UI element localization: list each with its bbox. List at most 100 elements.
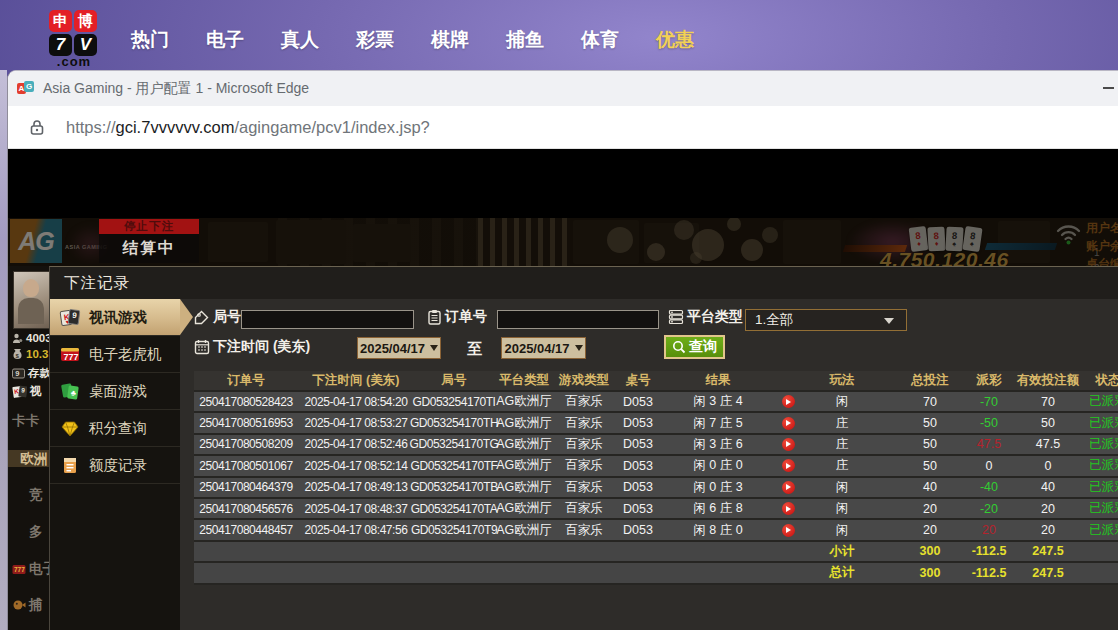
cell-c9: 闲 (802, 522, 882, 539)
menu-item-视讯游戏[interactable]: K♥9视讯游戏 (50, 299, 180, 336)
platform-icon-svg (668, 309, 684, 325)
deposit-icon: 9 (12, 368, 25, 379)
search-button[interactable]: 查询 (664, 335, 725, 359)
lock-icon (29, 119, 45, 136)
cell-text: AG欧洲厅 (496, 436, 552, 453)
marker-number: 2 (1094, 263, 1100, 266)
table-row[interactable]: 2504170804565762025-04-17 08:48:37GD0532… (194, 499, 1118, 520)
hall-item-0-text: 卡卡 (12, 412, 39, 430)
cell-text: 70 (923, 395, 937, 409)
replay-icon[interactable] (782, 502, 795, 515)
subtotal-payout: -112.5 (978, 544, 1000, 558)
card-rank: 8 (952, 231, 958, 241)
round-input[interactable] (241, 310, 414, 329)
banner-shape (783, 220, 841, 264)
nav-item-彩票[interactable]: 彩票 (356, 27, 431, 53)
cell-text: 50 (923, 416, 937, 430)
cell-c10: 50 (882, 459, 978, 473)
logo-grid: 申 博 7 V (49, 10, 99, 56)
nav-item-捕鱼[interactable]: 捕鱼 (506, 27, 581, 53)
replay-icon[interactable] (782, 481, 795, 494)
cell-text: 已派彩 (1089, 436, 1118, 453)
cell-c12: 0 (1000, 459, 1096, 473)
logo-com: .com (49, 56, 99, 68)
col-header: 派彩 (978, 372, 1000, 389)
subtotal-row: 小计300-112.5247.5 (194, 542, 1118, 563)
cell-c10: 20 (882, 502, 978, 516)
table-games-icon-svg: ♣ (59, 382, 81, 401)
magnifier-icon-svg (672, 340, 686, 354)
deposit-label: 9存款 (12, 366, 49, 381)
url-path: /agingame/pcv1/index.jsp? (234, 118, 429, 136)
cell-text: 已派彩 (1089, 522, 1118, 539)
replay-icon[interactable] (782, 524, 795, 537)
cell-c2: 2025-04-17 08:47:56 (298, 523, 414, 537)
table-row[interactable]: 2504170804643792025-04-17 08:49:13GD0532… (194, 478, 1118, 499)
cell-c6: D053 (614, 459, 662, 473)
browser-addressbar[interactable]: https://gci.7vvvvvv.com/agingame/pcv1/in… (8, 106, 1118, 149)
filter-label: 下注时间 (美东) (194, 338, 310, 356)
cell-text: GD053254170TI (413, 395, 496, 409)
card-suit: ♠ (970, 239, 975, 246)
browser-titlebar[interactable]: AG Asia Gaming - 用户配置 1 - Microsoft Edge (8, 71, 1118, 106)
replay-icon[interactable] (782, 395, 795, 408)
menu-item-电子老虎机[interactable]: 777电子老虎机 (50, 336, 180, 373)
replay-icon[interactable] (782, 459, 795, 472)
date-from-field[interactable]: 2025/04/17 (357, 337, 441, 359)
balance-amount: $10.3 (12, 348, 48, 360)
cell-replay (774, 459, 802, 472)
platform-select[interactable]: 1.全部 (745, 309, 907, 331)
table-row[interactable]: 2504170805169532025-04-17 08:53:27GD0532… (194, 413, 1118, 434)
replay-icon[interactable] (782, 417, 795, 430)
points-icon (59, 419, 81, 437)
browser-window: AG Asia Gaming - 用户配置 1 - Microsoft Edge… (7, 70, 1118, 630)
table-row[interactable]: 2504170804484572025-04-17 08:47:56GD0532… (194, 520, 1118, 541)
menu-item-桌面游戏[interactable]: ♣桌面游戏 (50, 373, 180, 410)
hall-item-selected[interactable]: 欧洲 (8, 450, 49, 467)
nav-item-体育[interactable]: 体育 (581, 27, 656, 53)
sum-label-text: 总计 (830, 564, 855, 581)
modal-body: K♥9视讯游戏777电子老虎机♣桌面游戏积分查询额度记录 局号订单号平台类型1.… (50, 299, 1118, 630)
cell-c6: D053 (614, 437, 662, 451)
table-row[interactable]: 2504170805010672025-04-17 08:52:14GD0532… (194, 456, 1118, 477)
cell-c13: 已派彩 (1096, 393, 1118, 410)
table-row[interactable]: 2504170805082092025-04-17 08:52:46GD0532… (194, 435, 1118, 456)
logo-tile: V (74, 34, 97, 56)
cell-c2: 2025-04-17 08:52:46 (298, 437, 414, 451)
cell-c4: AG欧洲厅 (494, 436, 554, 453)
nav-item-热门[interactable]: 热门 (131, 27, 206, 53)
nav-item-优惠[interactable]: 优惠 (656, 27, 731, 53)
clipboard-icon-svg (427, 309, 442, 325)
menu-item-积分查询[interactable]: 积分查询 (50, 410, 180, 447)
cell-c12: 40 (1000, 480, 1096, 494)
card-suit: ♦ (935, 240, 939, 247)
cell-text: 庄 (836, 457, 849, 474)
bet-records-modal: 下注记录 K♥9视讯游戏777电子老虎机♣桌面游戏积分查询额度记录 局号订单号平… (49, 266, 1118, 630)
url-text[interactable]: https://gci.7vvvvvv.com/agingame/pcv1/in… (66, 118, 430, 137)
nav-item-棋牌[interactable]: 棋牌 (431, 27, 506, 53)
table-row[interactable]: 2504170805284232025-04-17 08:54:20GD0532… (194, 392, 1118, 413)
minimize-icon[interactable] (1103, 87, 1114, 89)
nav-item-电子[interactable]: 电子 (206, 27, 281, 53)
order-input[interactable] (497, 310, 659, 329)
cell-c12: 20 (1000, 523, 1096, 537)
nav-item-真人[interactable]: 真人 (281, 27, 356, 53)
col-header: 总投注 (882, 372, 978, 389)
pink-glow (848, 220, 938, 264)
bokeh-circle (741, 239, 763, 261)
menu-item-额度记录[interactable]: 额度记录 (50, 447, 180, 484)
date-to-field[interactable]: 2025/04/17 (501, 337, 586, 359)
cell-text: 250417080528423 (199, 395, 292, 409)
cell-replay (774, 524, 802, 537)
cell-text: 50 (1041, 416, 1055, 430)
cell-text: 已派彩 (1089, 415, 1118, 432)
hall-item-5-text: 捕 (29, 596, 43, 614)
cell-c9: 庄 (802, 457, 882, 474)
banner-shape (353, 224, 411, 262)
replay-icon[interactable] (782, 438, 795, 451)
quota-icon (59, 456, 81, 474)
deposit-label-text: 存款 (28, 366, 49, 381)
cell-text: 百家乐 (565, 522, 603, 539)
slot-machine-icon-svg: 777 (59, 345, 81, 364)
cell-c5: 百家乐 (554, 479, 614, 496)
